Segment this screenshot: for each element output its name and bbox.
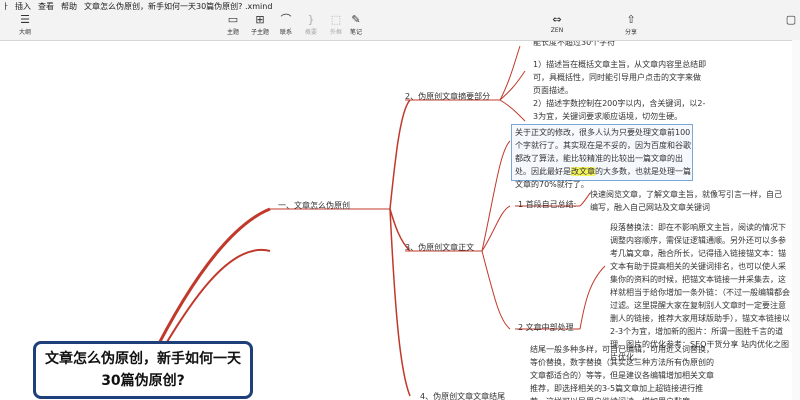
summary-point-1[interactable]: 1）描述旨在概括文章主旨，从文章内容里总结即可，具概括性，同时能引导用户点击的文…: [533, 58, 708, 97]
panel-icon: ▢: [785, 13, 797, 26]
share-icon: ⇧: [626, 13, 636, 26]
node-body-section[interactable]: 3、伪原创文章正文: [405, 242, 474, 253]
top-cut-node[interactable]: 能长度不超过30个字符: [533, 41, 693, 49]
zen-icon: ⇔: [552, 13, 562, 26]
share-button[interactable]: ⇧ 分享: [616, 13, 646, 36]
node-step-1[interactable]: 1 首段自己总结:: [518, 199, 576, 210]
summary-point-2[interactable]: 2）描述字数控制在200字以内，含关键词，以2-3为宜，关键词要求顺应语境，切勿…: [533, 97, 708, 123]
menu-item-help[interactable]: 帮助: [61, 1, 77, 12]
topic-icon: ▭: [227, 13, 239, 26]
node-ending-section[interactable]: 4、伪原创文章文章结尾: [420, 391, 505, 400]
menu-item-view[interactable]: 查看: [38, 1, 54, 12]
menu-item-insert[interactable]: 插入: [15, 1, 31, 12]
outline-icon: ☰: [20, 13, 30, 26]
menu-bar: ㅏ 插入 查看 帮助 文章怎么伪原创，新手如何一天30篇伪原创? .xmind: [0, 0, 800, 12]
node-summary-section[interactable]: 2、伪原创文章摘要部分: [405, 91, 490, 102]
topic-button[interactable]: ▭ 主题: [218, 13, 248, 36]
ending-text[interactable]: 结尾一般多种多样，可自己编辑，可用近义词替换，等价替换，数字替换（其实这三种方法…: [530, 343, 715, 400]
vertical-scrollbar[interactable]: [792, 40, 800, 400]
window-title: 文章怎么伪原创，新手如何一天30篇伪原创? .xmind: [84, 2, 273, 11]
outline-button[interactable]: ☰ 大纲: [10, 13, 40, 36]
notes-button[interactable]: ✎ 笔记: [341, 13, 371, 36]
menu-item-file[interactable]: ㅏ: [2, 1, 9, 12]
selected-topic[interactable]: 关于正文的修改，很多人认为只要处理文章前100个字就行了。其实现在是不妥的，因为…: [511, 124, 693, 189]
central-topic[interactable]: 文章怎么伪原创，新手如何一天30篇伪原创?: [33, 341, 253, 399]
toolbar: ☰ 大纲 ▭ 主题 ⊞ 子主题 ⌒ 联系 } 概要 ⬚ 外框 ✎ 笔记 ⇔ ZEN ⇧ 分享 ▢: [0, 12, 800, 41]
pencil-icon: ✎: [351, 13, 361, 26]
zen-button[interactable]: ⇔ ZEN: [542, 13, 572, 34]
node-step-2[interactable]: 2 文章中部处理: [518, 322, 574, 333]
mindmap-canvas[interactable]: 能长度不超过30个字符 一、文章怎么伪原创 2、伪原创文章摘要部分 3、伪原创文…: [0, 41, 800, 400]
node-how-to-pseudo-original[interactable]: 一、文章怎么伪原创: [278, 200, 350, 211]
step-1-text[interactable]: 快速阅览文章，了解文章主旨，就像写引言一样，自己编写，融入自己网站及文章关键词: [590, 188, 785, 214]
panel-toggle-button[interactable]: ▢: [776, 13, 800, 27]
